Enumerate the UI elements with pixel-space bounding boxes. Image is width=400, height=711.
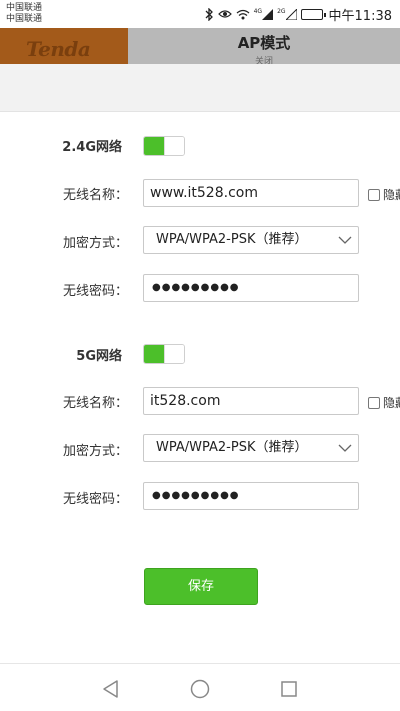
wifi5-security-select[interactable]: WPA/WPA2-PSK（推荐） xyxy=(143,434,359,462)
wifi5-toggle[interactable] xyxy=(143,344,185,364)
wifi24-ssid-label: 无线名称： xyxy=(62,188,128,203)
page-subtitle: 关闭 xyxy=(254,57,273,64)
logo-text: Tenda xyxy=(26,37,91,61)
back-icon[interactable] xyxy=(100,678,122,700)
toggle-on-indicator xyxy=(144,137,164,155)
status-icons: 4G 2G 中午11:38 xyxy=(205,6,392,24)
wifi5-password-input[interactable]: ●●●●●●●●● xyxy=(143,482,359,510)
toggle-on-indicator xyxy=(144,345,164,363)
tenda-logo: Tenda xyxy=(0,28,128,64)
network-type-1: 4G xyxy=(253,7,263,15)
eye-icon xyxy=(217,9,232,19)
wifi24-password-input[interactable]: ●●●●●●●●● xyxy=(143,274,359,302)
wifi24-security-value: WPA/WPA2-PSK（推荐） xyxy=(156,232,308,247)
wifi5-hide-option[interactable]: 隐藏 xyxy=(368,394,400,411)
wifi5-ssid-label: 无线名称： xyxy=(62,396,128,411)
chevron-down-icon xyxy=(338,444,352,452)
wifi24-hide-option[interactable]: 隐藏 xyxy=(368,186,400,203)
wifi24-security-select[interactable]: WPA/WPA2-PSK（推荐） xyxy=(143,226,359,254)
wifi-icon xyxy=(236,9,250,20)
network-type-2: 2G xyxy=(277,7,286,15)
chevron-down-icon xyxy=(338,236,352,244)
wifi24-security-label: 加密方式： xyxy=(62,236,128,251)
wifi5-hide-checkbox[interactable] xyxy=(368,396,380,409)
signal-4g-icon: 4G xyxy=(253,7,274,20)
recents-icon[interactable] xyxy=(278,678,300,700)
page: 中国联通 中国联通 4G 2G 中午11:38 Tenda AP模式 关闭 2.… xyxy=(0,0,400,711)
save-button[interactable]: 保存 xyxy=(144,568,258,605)
wifi24-toggle[interactable] xyxy=(143,136,185,156)
clock: 中午11:38 xyxy=(328,8,392,24)
toggle-knob xyxy=(164,137,184,155)
status-bar: 中国联通 中国联通 4G 2G 中午11:38 xyxy=(0,0,400,28)
wifi5-security-label: 加密方式： xyxy=(62,444,128,459)
bluetooth-icon xyxy=(205,7,214,21)
wifi24-hide-label: 隐藏 xyxy=(383,188,400,202)
system-nav-bar xyxy=(0,663,400,711)
toggle-knob xyxy=(164,345,184,363)
wifi24-hide-checkbox[interactable] xyxy=(368,188,380,201)
battery-icon xyxy=(300,8,326,20)
header-band xyxy=(0,64,400,112)
wifi5-ssid-input[interactable]: it528.com xyxy=(143,387,359,415)
page-title: AP模式 xyxy=(237,34,291,52)
wifi5-password-label: 无线密码： xyxy=(62,492,128,507)
signal-2g-icon: 2G xyxy=(277,7,297,20)
wifi24-section-label: 2.4G网络 xyxy=(62,140,122,155)
wifi5-security-value: WPA/WPA2-PSK（推荐） xyxy=(156,440,308,455)
wifi5-section-label: 5G网络 xyxy=(76,349,122,364)
carrier-label-2: 中国联通 xyxy=(6,14,43,24)
home-icon[interactable] xyxy=(189,678,211,700)
app-header: Tenda AP模式 关闭 xyxy=(0,28,400,64)
wifi24-ssid-input[interactable]: www.it528.com xyxy=(143,179,359,207)
wifi24-password-label: 无线密码： xyxy=(62,284,128,299)
carrier-label-1: 中国联通 xyxy=(6,3,43,13)
wifi5-hide-label: 隐藏 xyxy=(383,396,400,410)
